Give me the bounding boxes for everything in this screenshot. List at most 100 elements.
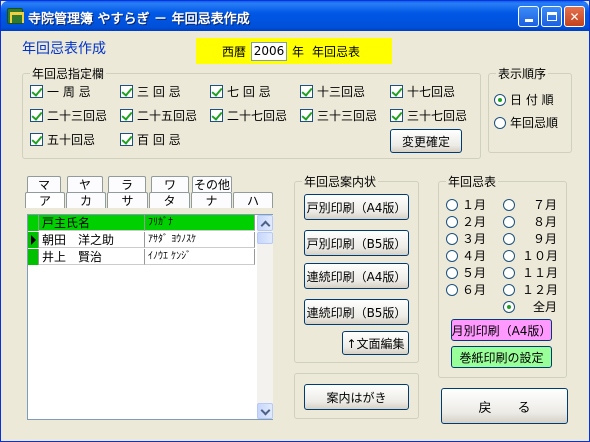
- radio-dot[interactable]: [503, 283, 515, 296]
- radio-kaiki-order[interactable]: 年回忌順: [494, 114, 558, 131]
- radio-all-months[interactable]: 全月: [503, 298, 557, 315]
- household-grid[interactable]: 戸主氏名 ﾌﾘｶﾞﾅ 朝田 洋之助 ｱｻﾀﾞ ﾖｳﾉｽｹ 井上 賢治 ｲﾉｳｴ …: [27, 214, 273, 420]
- checkbox-27[interactable]: 二十七回忌: [210, 107, 287, 124]
- checkbox-box[interactable]: [300, 109, 313, 122]
- scroll-up-icon[interactable]: [257, 215, 273, 231]
- tab-ta[interactable]: タ: [149, 192, 190, 208]
- table-row[interactable]: 井上 賢治 ｲﾉｳｴ ｹﾝｼﾞ: [28, 249, 255, 265]
- radio-dot[interactable]: [503, 300, 515, 313]
- radio-month-2[interactable]: ２月: [446, 213, 486, 230]
- checkbox-box[interactable]: [120, 133, 133, 146]
- radio-month-8[interactable]: ８月: [503, 213, 557, 230]
- tab-ha[interactable]: ハ: [233, 192, 273, 208]
- row-selector[interactable]: [28, 249, 39, 265]
- scroll-down-icon[interactable]: [257, 403, 273, 419]
- tab-ra[interactable]: ラ: [108, 176, 146, 192]
- radio-month-11[interactable]: １１月: [503, 264, 558, 281]
- tab-na[interactable]: ナ: [191, 192, 232, 208]
- tab-a[interactable]: ア: [25, 192, 65, 208]
- radio-month-1[interactable]: １月: [446, 196, 486, 213]
- household-print-b5-button[interactable]: 戸別印刷（B5版）: [304, 230, 409, 256]
- checkbox-nanakaiki[interactable]: 七 回 忌: [210, 83, 271, 100]
- guide-postcard-button[interactable]: 案内はがき: [304, 384, 409, 410]
- edit-text-button[interactable]: ↑文面編集: [342, 331, 409, 355]
- radio-month-6[interactable]: ６月: [446, 281, 486, 298]
- radio-dot[interactable]: [446, 198, 458, 211]
- current-row-arrow-icon[interactable]: [28, 232, 39, 248]
- household-print-a4-button[interactable]: 戸別印刷（A4版）: [304, 194, 409, 220]
- radio-dot[interactable]: [494, 116, 506, 129]
- cell-kana[interactable]: ｱｻﾀﾞ ﾖｳﾉｽｹ: [145, 232, 255, 248]
- radio-label: ５月: [462, 266, 487, 280]
- roll-paper-settings-button[interactable]: 巻紙印刷の設定: [451, 346, 552, 368]
- radio-dot[interactable]: [446, 266, 458, 279]
- radio-month-5[interactable]: ５月: [446, 264, 486, 281]
- year-input[interactable]: 2006: [251, 41, 288, 61]
- column-header-kana[interactable]: ﾌﾘｶﾞﾅ: [145, 215, 255, 231]
- tab-ya[interactable]: ヤ: [67, 176, 103, 192]
- maximize-button[interactable]: [541, 6, 562, 27]
- continuous-print-b5-button[interactable]: 連続印刷（B5版）: [304, 299, 409, 325]
- checkbox-box[interactable]: [120, 109, 133, 122]
- cell-name[interactable]: 朝田 洋之助: [39, 232, 145, 248]
- radio-month-10[interactable]: １０月: [503, 247, 558, 264]
- checkbox-ikkaiki[interactable]: 一 周 忌: [30, 83, 91, 100]
- main-window: 寺院管理簿 やすらぎ － 年回忌表作成 ✕ 年回忌表作成 西暦 2006 年 年…: [0, 0, 590, 442]
- checkbox-box[interactable]: [30, 109, 43, 122]
- vertical-scrollbar[interactable]: [257, 215, 273, 419]
- monthly-print-a4-button[interactable]: 月別印刷（A4版）: [451, 319, 552, 341]
- scroll-thumb[interactable]: [257, 232, 273, 244]
- radio-month-9[interactable]: ９月: [503, 230, 557, 247]
- confirm-change-button[interactable]: 変更確定: [390, 129, 462, 153]
- checkbox-box[interactable]: [30, 85, 43, 98]
- checkbox-33[interactable]: 三十三回忌: [300, 107, 377, 124]
- radio-date-order[interactable]: 日 付 順: [494, 91, 554, 108]
- checkbox-box[interactable]: [390, 85, 403, 98]
- title-bar[interactable]: 寺院管理簿 やすらぎ － 年回忌表作成 ✕: [1, 1, 589, 31]
- minimize-button[interactable]: [518, 6, 539, 27]
- cell-kana[interactable]: ｲﾉｳｴ ｹﾝｼﾞ: [145, 249, 255, 265]
- radio-dot[interactable]: [503, 198, 515, 211]
- checkbox-box[interactable]: [390, 109, 403, 122]
- radio-dot[interactable]: [503, 215, 515, 228]
- close-icon: ✕: [569, 9, 580, 24]
- radio-dot[interactable]: [446, 232, 458, 245]
- grid-header-row: 戸主氏名 ﾌﾘｶﾞﾅ: [28, 215, 255, 231]
- checkbox-box[interactable]: [120, 85, 133, 98]
- checkbox-37[interactable]: 三十七回忌: [390, 107, 467, 124]
- checkbox-box[interactable]: [210, 109, 223, 122]
- checkbox-box[interactable]: [300, 85, 313, 98]
- checkbox-box[interactable]: [30, 133, 43, 146]
- radio-dot[interactable]: [503, 232, 515, 245]
- checkbox-sankaiki[interactable]: 三 回 忌: [120, 83, 181, 100]
- cell-name[interactable]: 井上 賢治: [39, 249, 145, 265]
- tab-other[interactable]: その他: [192, 176, 232, 192]
- tab-wa[interactable]: ワ: [151, 176, 189, 192]
- radio-dot[interactable]: [446, 215, 458, 228]
- checkbox-box[interactable]: [210, 85, 223, 98]
- radio-month-3[interactable]: ３月: [446, 230, 486, 247]
- checkbox-23[interactable]: 二十三回忌: [30, 107, 107, 124]
- checkbox-25[interactable]: 二十五回忌: [120, 107, 197, 124]
- radio-month-4[interactable]: ４月: [446, 247, 486, 264]
- tab-sa[interactable]: サ: [107, 192, 148, 208]
- checkbox-label: 三十三回忌: [317, 109, 378, 123]
- radio-month-12[interactable]: １２月: [503, 281, 558, 298]
- radio-dot[interactable]: [446, 283, 458, 296]
- table-row[interactable]: 朝田 洋之助 ｱｻﾀﾞ ﾖｳﾉｽｹ: [28, 232, 255, 248]
- checkbox-100[interactable]: 百 回 忌: [120, 131, 181, 148]
- tab-ma[interactable]: マ: [27, 176, 61, 192]
- tab-ka[interactable]: カ: [66, 192, 106, 208]
- radio-dot[interactable]: [503, 266, 515, 279]
- checkbox-13[interactable]: 十三回忌: [300, 83, 365, 100]
- radio-dot[interactable]: [494, 93, 506, 106]
- radio-dot[interactable]: [446, 249, 458, 262]
- checkbox-17[interactable]: 十七回忌: [390, 83, 455, 100]
- radio-month-7[interactable]: ７月: [503, 196, 557, 213]
- checkbox-50[interactable]: 五十回忌: [30, 131, 95, 148]
- close-button[interactable]: ✕: [564, 6, 585, 27]
- back-button[interactable]: 戻 る: [441, 388, 568, 424]
- column-header-name[interactable]: 戸主氏名: [39, 215, 145, 231]
- radio-dot[interactable]: [503, 249, 515, 262]
- continuous-print-a4-button[interactable]: 連続印刷（A4版）: [304, 263, 409, 289]
